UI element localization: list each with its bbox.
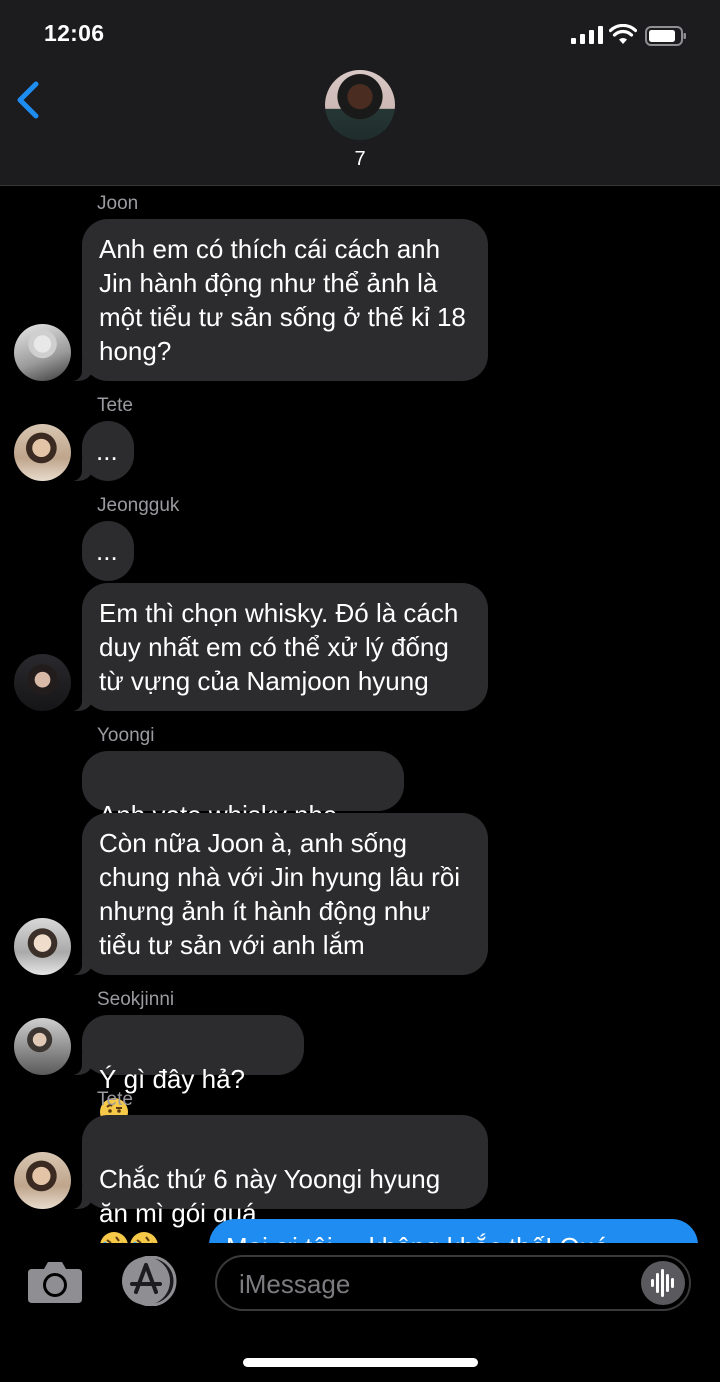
battery-icon: [645, 26, 686, 46]
status-bar: 12:06: [0, 0, 720, 70]
group-name[interactable]: 7: [0, 148, 720, 171]
group-avatar[interactable]: [325, 70, 395, 140]
conversation-header: 7: [0, 70, 720, 186]
audio-message-button[interactable]: [641, 1261, 685, 1305]
message-bubble[interactable]: Chắc thứ 6 này Yoongi hyung ăn mì gói qu…: [72, 1115, 488, 1260]
message-bubble[interactable]: Còn nữa Joon à, anh sống chung nhà với J…: [72, 813, 488, 975]
avatar[interactable]: [14, 1152, 71, 1209]
camera-icon[interactable]: [26, 1259, 84, 1305]
message-bubble[interactable]: Ý gì đây hả?: [72, 1015, 304, 1126]
sender-name: Tete: [97, 395, 133, 416]
cellular-signal-icon: [571, 26, 603, 44]
sender-name: Seokjinni: [97, 989, 175, 1010]
message-bubble[interactable]: ...: [72, 421, 134, 481]
message-bubble[interactable]: Anh em có thích cái cách anh Jin hành độ…: [72, 219, 488, 381]
status-time: 12:06: [44, 20, 105, 46]
avatar[interactable]: [14, 654, 71, 711]
sender-name: Joon: [97, 193, 139, 214]
avatar[interactable]: [14, 1018, 71, 1075]
audio-waveform-icon: [651, 1269, 674, 1297]
wifi-icon: [609, 24, 637, 44]
message-bubble[interactable]: Em thì chọn whisky. Đó là cách duy nhất …: [72, 583, 488, 711]
avatar[interactable]: [14, 424, 71, 481]
message-bubble[interactable]: ...: [82, 521, 134, 581]
message-input-field[interactable]: [215, 1255, 691, 1311]
avatar[interactable]: [14, 918, 71, 975]
sender-name: Tete: [97, 1089, 133, 1110]
sender-name: Yoongi: [97, 725, 155, 746]
app-store-icon[interactable]: [118, 1256, 180, 1306]
sender-name: Jeongguk: [97, 495, 180, 516]
message-bubble[interactable]: Anh vote whisky nha: [82, 751, 404, 861]
avatar[interactable]: [14, 324, 71, 381]
home-indicator[interactable]: [243, 1358, 478, 1367]
message-input[interactable]: [237, 1257, 641, 1311]
chevron-left-icon[interactable]: [12, 78, 44, 122]
